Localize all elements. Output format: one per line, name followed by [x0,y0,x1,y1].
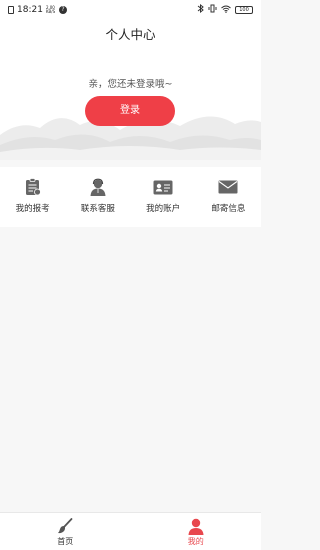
menu-item-my-account[interactable]: 我的账户 [131,167,196,227]
tab-label: 首页 [57,537,74,546]
status-time: 18:21 [17,5,43,15]
exam-registration-icon [22,176,44,198]
menu-label: 联系客服 [80,204,115,214]
menu-label: 邮寄信息 [211,204,246,214]
page-title: 个人中心 [105,27,156,42]
login-button[interactable]: 登录 [85,96,175,126]
help-icon: ? [58,6,67,14]
status-bar: 18:21 2.00 KB/S ? 100 [0,0,261,20]
sim-card-icon [8,6,14,14]
tab-mine[interactable]: 我的 [131,513,262,550]
login-prompt-text: 亲，您还未登录哦~ [88,79,173,90]
account-card-icon [152,176,174,198]
person-icon [187,517,205,535]
battery-icon: 100 [235,6,253,14]
customer-service-icon [87,176,109,198]
network-speed: 2.00 KB/S [45,5,56,14]
tab-home[interactable]: 首页 [0,513,131,550]
menu-item-mailing-info[interactable]: 邮寄信息 [196,167,261,227]
tab-label: 我的 [187,537,204,546]
wifi-icon [221,5,231,16]
menu-label: 我的账户 [146,204,181,214]
menu-item-my-exams[interactable]: 我的报考 [0,167,65,227]
login-banner: 亲，您还未登录哦~ 登录 [0,50,261,160]
function-menu: 我的报考 联系客服 我的账户 邮寄信息 [0,167,261,227]
bluetooth-icon [197,3,204,16]
menu-item-customer-service[interactable]: 联系客服 [65,167,130,227]
mail-envelope-icon [217,176,239,198]
header: 个人中心 [0,20,261,50]
bottom-tab-bar: 首页 我的 [0,512,261,550]
vibrate-icon [208,4,217,16]
menu-label: 我的报考 [15,204,50,214]
brush-icon [56,517,74,535]
